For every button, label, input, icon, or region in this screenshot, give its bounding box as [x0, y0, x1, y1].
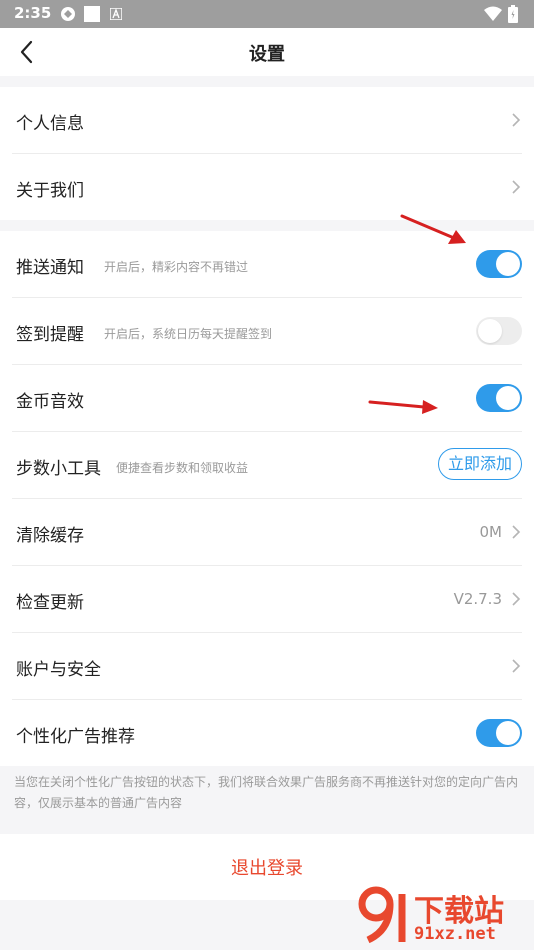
- toggle-knob: [496, 721, 520, 745]
- personalized-ads-toggle[interactable]: [476, 719, 522, 747]
- coin-sound-toggle[interactable]: [476, 384, 522, 412]
- personal-info-label: 个人信息: [16, 114, 84, 134]
- ads-disclaimer-text: 当您在关闭个性化广告按钮的状态下，我们将联合效果广告服务商不再推送针对您的定向广…: [14, 775, 519, 810]
- annotation-arrow-icon: [400, 214, 466, 244]
- battery-icon: [508, 5, 518, 23]
- cache-size-value: 0M: [479, 523, 503, 541]
- chevron-right-icon: [512, 592, 521, 606]
- toggle-knob: [496, 386, 520, 410]
- add-widget-button[interactable]: 立即添加: [438, 448, 522, 480]
- chevron-right-icon: [512, 180, 521, 194]
- app-header: 设置: [0, 28, 534, 76]
- status-bar: 2:35: [0, 0, 534, 28]
- about-us-label: 关于我们: [16, 181, 84, 201]
- push-notification-label: 推送通知: [16, 258, 84, 278]
- account-security-label: 账户与安全: [16, 660, 101, 680]
- chevron-right-icon: [512, 113, 521, 127]
- annotation-arrow-icon: [368, 400, 438, 414]
- chevron-right-icon: [512, 659, 521, 673]
- toggle-knob: [478, 319, 502, 343]
- watermark-logo: 下载站 91xz.net: [358, 880, 528, 948]
- settings-group: 推送通知 开启后，精彩内容不再错过 签到提醒 开启后，系统日历每天提醒签到 金币…: [0, 231, 534, 766]
- status-time: 2:35: [14, 4, 52, 22]
- personal-info-row[interactable]: 个人信息: [12, 87, 522, 154]
- clear-cache-row[interactable]: 清除缓存 0M: [12, 499, 522, 566]
- toggle-knob: [496, 252, 520, 276]
- version-value: V2.7.3: [453, 590, 502, 608]
- clear-cache-label: 清除缓存: [16, 526, 84, 546]
- coin-sound-row: 金币音效: [12, 365, 522, 432]
- step-widget-hint: 便捷查看步数和领取收益: [116, 461, 249, 475]
- sync-icon: [61, 7, 75, 21]
- checkin-reminder-toggle[interactable]: [476, 317, 522, 345]
- logout-label: 退出登录: [231, 858, 303, 879]
- watermark-url: 91xz.net: [414, 924, 496, 944]
- wifi-icon: [484, 6, 502, 21]
- push-notification-hint: 开启后，精彩内容不再错过: [104, 260, 249, 274]
- step-widget-row: 步数小工具 便捷查看步数和领取收益 立即添加: [12, 432, 522, 499]
- step-widget-label: 步数小工具: [16, 459, 101, 479]
- font-a-icon: [110, 8, 122, 20]
- coin-sound-label: 金币音效: [16, 392, 84, 412]
- check-update-row[interactable]: 检查更新 V2.7.3: [12, 566, 522, 633]
- about-us-row[interactable]: 关于我们: [12, 154, 522, 220]
- personalized-ads-row: 个性化广告推荐: [12, 700, 522, 766]
- page-title: 设置: [249, 44, 285, 65]
- push-notification-toggle[interactable]: [476, 250, 522, 278]
- checkin-reminder-row: 签到提醒 开启后，系统日历每天提醒签到: [12, 298, 522, 365]
- account-security-row[interactable]: 账户与安全: [12, 633, 522, 700]
- personalized-ads-label: 个性化广告推荐: [16, 727, 135, 747]
- chevron-right-icon: [512, 525, 521, 539]
- checkin-reminder-hint: 开启后，系统日历每天提醒签到: [104, 327, 273, 341]
- notification-square-icon: [84, 6, 100, 22]
- checkin-reminder-label: 签到提醒: [16, 325, 84, 345]
- check-update-label: 检查更新: [16, 593, 84, 613]
- profile-group: 个人信息 关于我们: [0, 87, 534, 220]
- watermark-91-icon: [358, 886, 406, 944]
